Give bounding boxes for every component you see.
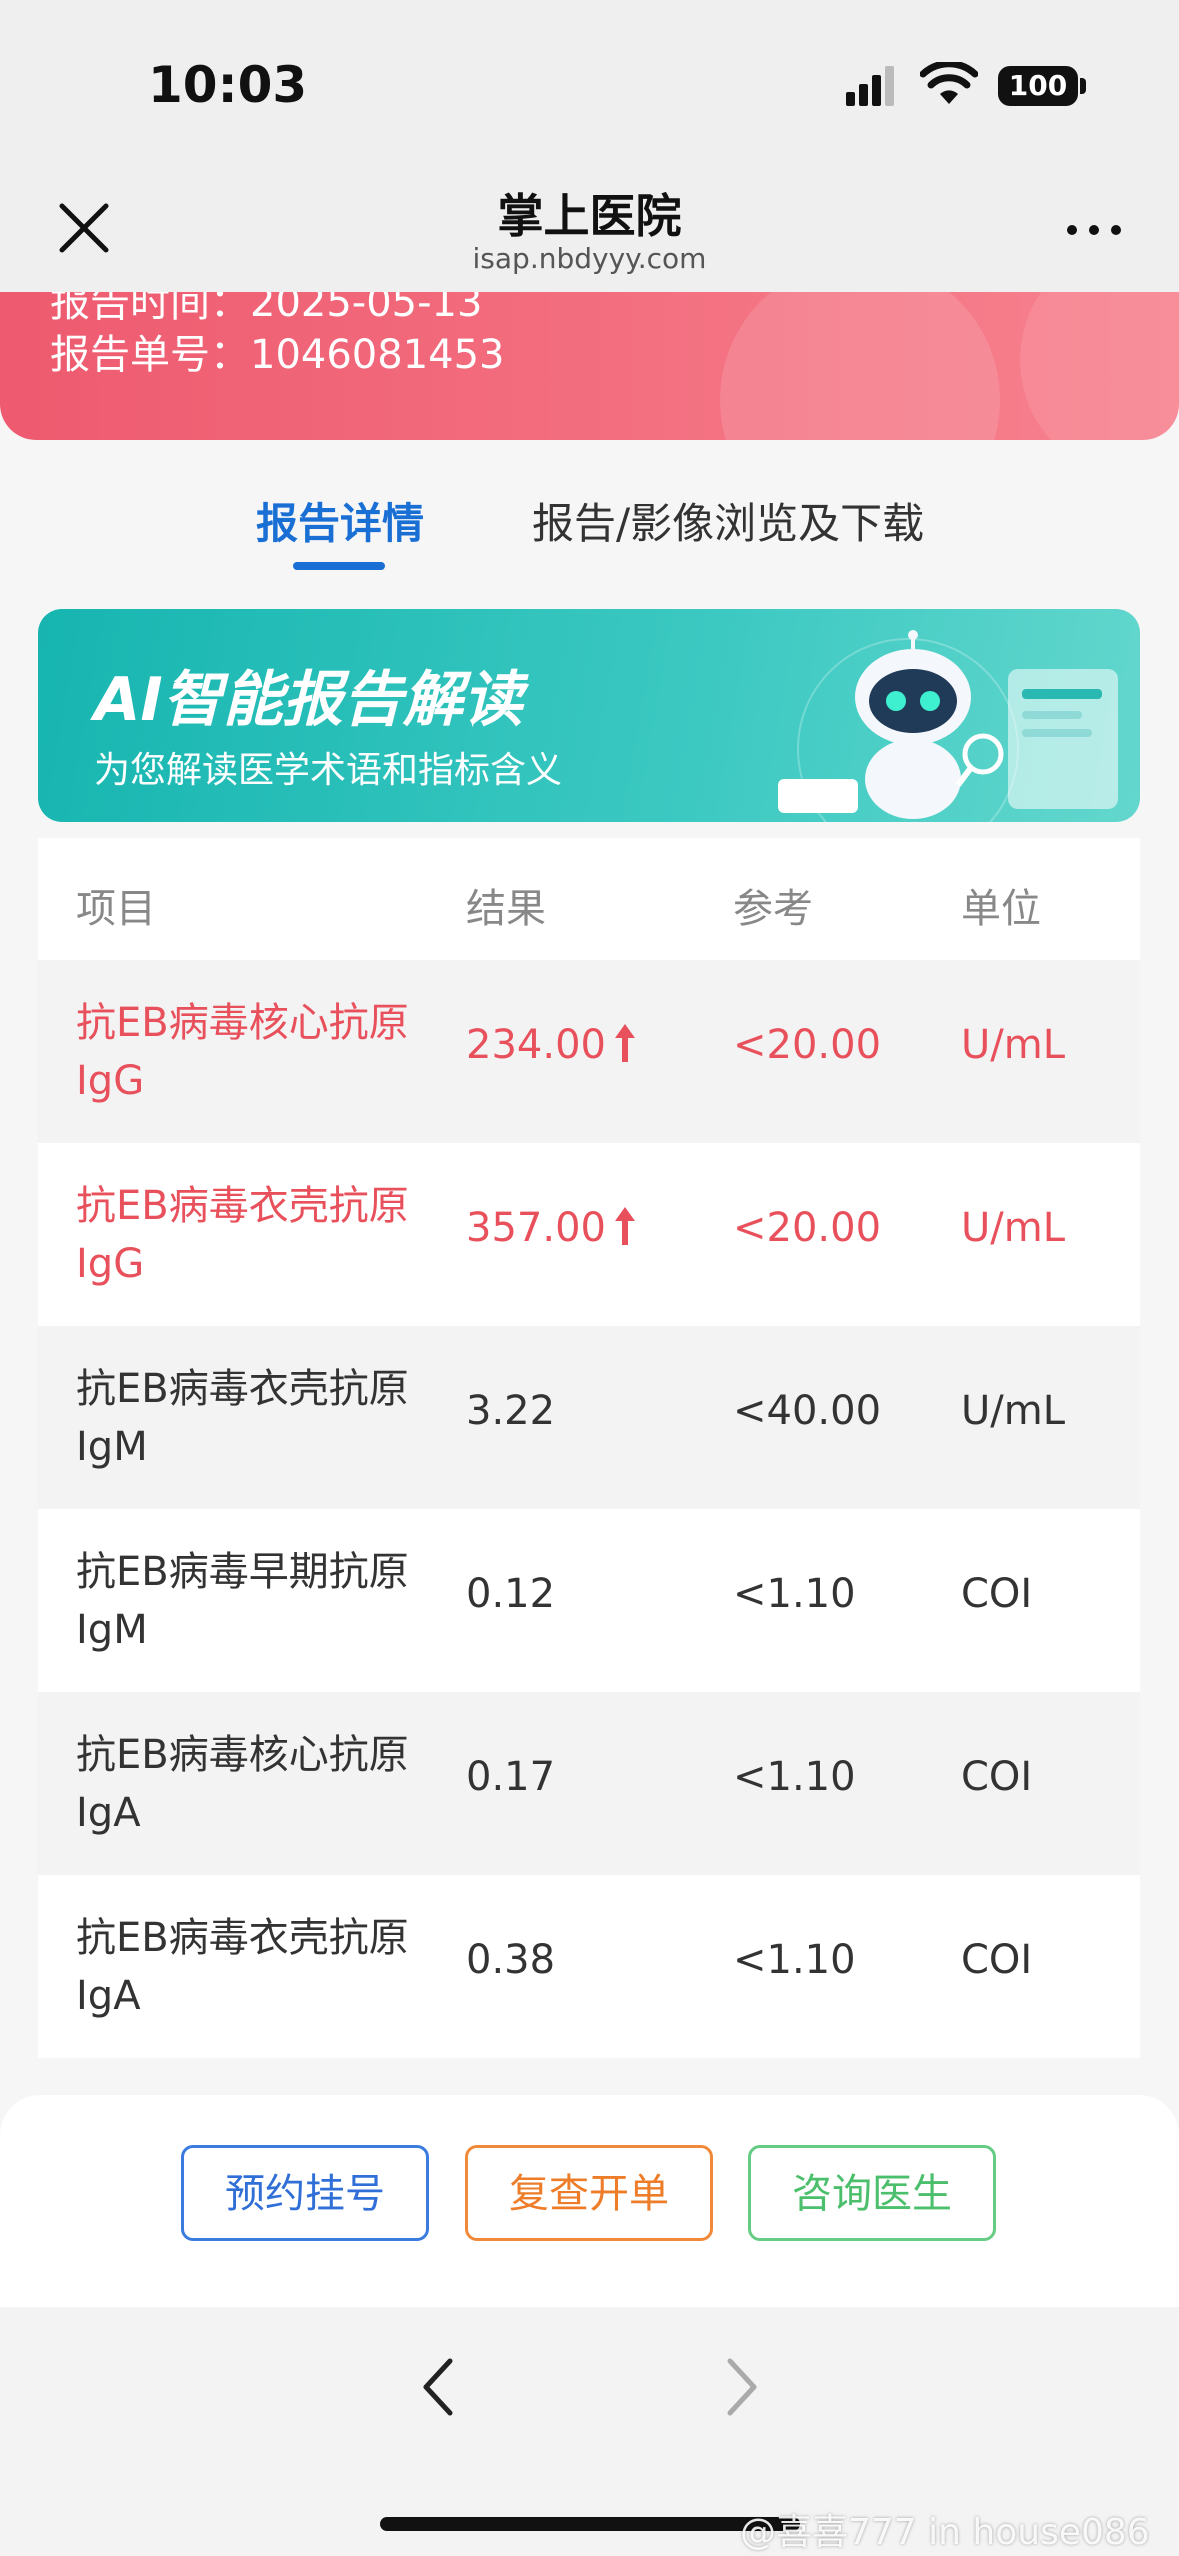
home-indicator[interactable] — [380, 2517, 800, 2531]
item-reference: <1.10 — [733, 1754, 856, 1800]
table-row[interactable]: 抗EB病毒衣壳抗原IgG 357.00 <20.00 U/mL — [38, 1143, 1140, 1326]
status-time: 10:03 — [148, 56, 308, 114]
recheck-order-button[interactable]: 复查开单 — [465, 2145, 713, 2241]
tab-active-indicator — [293, 562, 385, 570]
ai-report-card[interactable]: AI智能报告解读 为您解读医学术语和指标含义 — [38, 609, 1140, 822]
item-result: 234.00 — [466, 1022, 638, 1068]
header-item: 项目 — [76, 886, 156, 932]
report-id: 报告单号：1046081453 — [50, 332, 505, 378]
tab-report-images[interactable]: 报告/影像浏览及下载 — [532, 490, 924, 551]
item-reference: <20.00 — [733, 1022, 882, 1068]
item-reference: <40.00 — [733, 1388, 882, 1434]
robot-illustration — [778, 630, 1118, 822]
item-unit: COI — [961, 1937, 1033, 1983]
results-table: 项目 结果 参考 单位 抗EB病毒核心抗原IgG 234.00 <20.00 U… — [38, 838, 1140, 2058]
battery-cap — [1080, 78, 1086, 94]
item-result: 0.17 — [466, 1754, 556, 1800]
nav-bar: 掌上医院 isap.nbdyyy.com — [0, 170, 1179, 292]
item-name: 抗EB病毒核心抗原IgA — [76, 1732, 409, 1836]
item-name: 抗EB病毒早期抗原IgM — [76, 1549, 409, 1653]
table-header: 项目 结果 参考 单位 — [38, 838, 1140, 960]
consult-doctor-button[interactable]: 咨询医生 — [748, 2145, 996, 2241]
item-name: 抗EB病毒衣壳抗原IgM — [76, 1366, 409, 1470]
back-icon[interactable] — [418, 2355, 458, 2419]
item-unit: COI — [961, 1571, 1033, 1617]
item-result: 0.12 — [466, 1571, 556, 1617]
item-name: 抗EB病毒衣壳抗原IgG — [76, 1183, 409, 1287]
table-row[interactable]: 抗EB病毒衣壳抗原IgM 3.22 <40.00 U/mL — [38, 1326, 1140, 1509]
item-unit: U/mL — [961, 1022, 1066, 1068]
item-name: 抗EB病毒衣壳抗原IgA — [76, 1915, 409, 2019]
item-name: 抗EB病毒核心抗原IgG — [76, 1000, 409, 1104]
header-result: 结果 — [466, 886, 546, 932]
book-appointment-button[interactable]: 预约挂号 — [181, 2145, 429, 2241]
browser-toolbar: @喜喜777 in house086 — [0, 2307, 1179, 2556]
item-result: 3.22 — [466, 1388, 556, 1434]
header-reference: 参考 — [733, 886, 813, 932]
table-row[interactable]: 抗EB病毒早期抗原IgM 0.12 <1.10 COI — [38, 1509, 1140, 1692]
item-reference: <1.10 — [733, 1937, 856, 1983]
arrow-up-icon — [614, 1207, 635, 1245]
arrow-up-icon — [614, 1024, 635, 1062]
watermark: @喜喜777 in house086 — [740, 2512, 1150, 2553]
ai-card-subtitle: 为您解读医学术语和指标含义 — [94, 750, 563, 791]
status-bar: 10:03 100 — [0, 0, 1179, 170]
tab-bar: 报告详情 报告/影像浏览及下载 — [0, 470, 1179, 580]
signal-icon — [846, 66, 894, 106]
battery-icon: 100 — [998, 66, 1078, 106]
table-row[interactable]: 抗EB病毒核心抗原IgG 234.00 <20.00 U/mL — [38, 960, 1140, 1143]
forward-icon[interactable] — [722, 2355, 762, 2419]
header-unit: 单位 — [961, 886, 1041, 932]
table-row[interactable]: 抗EB病毒核心抗原IgA 0.17 <1.10 COI — [38, 1692, 1140, 1875]
item-unit: U/mL — [961, 1205, 1066, 1251]
page-title: 掌上医院 — [497, 189, 682, 243]
item-unit: COI — [961, 1754, 1033, 1800]
more-icon[interactable] — [1064, 220, 1124, 240]
table-row[interactable]: 抗EB病毒衣壳抗原IgA 0.38 <1.10 COI — [38, 1875, 1140, 2058]
item-result: 0.38 — [466, 1937, 556, 1983]
item-reference: <20.00 — [733, 1205, 882, 1251]
wifi-icon — [920, 62, 978, 104]
item-result: 357.00 — [466, 1205, 638, 1251]
tab-report-details[interactable]: 报告详情 — [256, 490, 424, 551]
action-bar: 预约挂号 复查开单 咨询医生 — [0, 2095, 1179, 2307]
item-reference: <1.10 — [733, 1571, 856, 1617]
item-unit: U/mL — [961, 1388, 1066, 1434]
page-url: isap.nbdyyy.com — [472, 242, 707, 275]
ai-card-title: AI智能报告解读 — [94, 665, 523, 735]
